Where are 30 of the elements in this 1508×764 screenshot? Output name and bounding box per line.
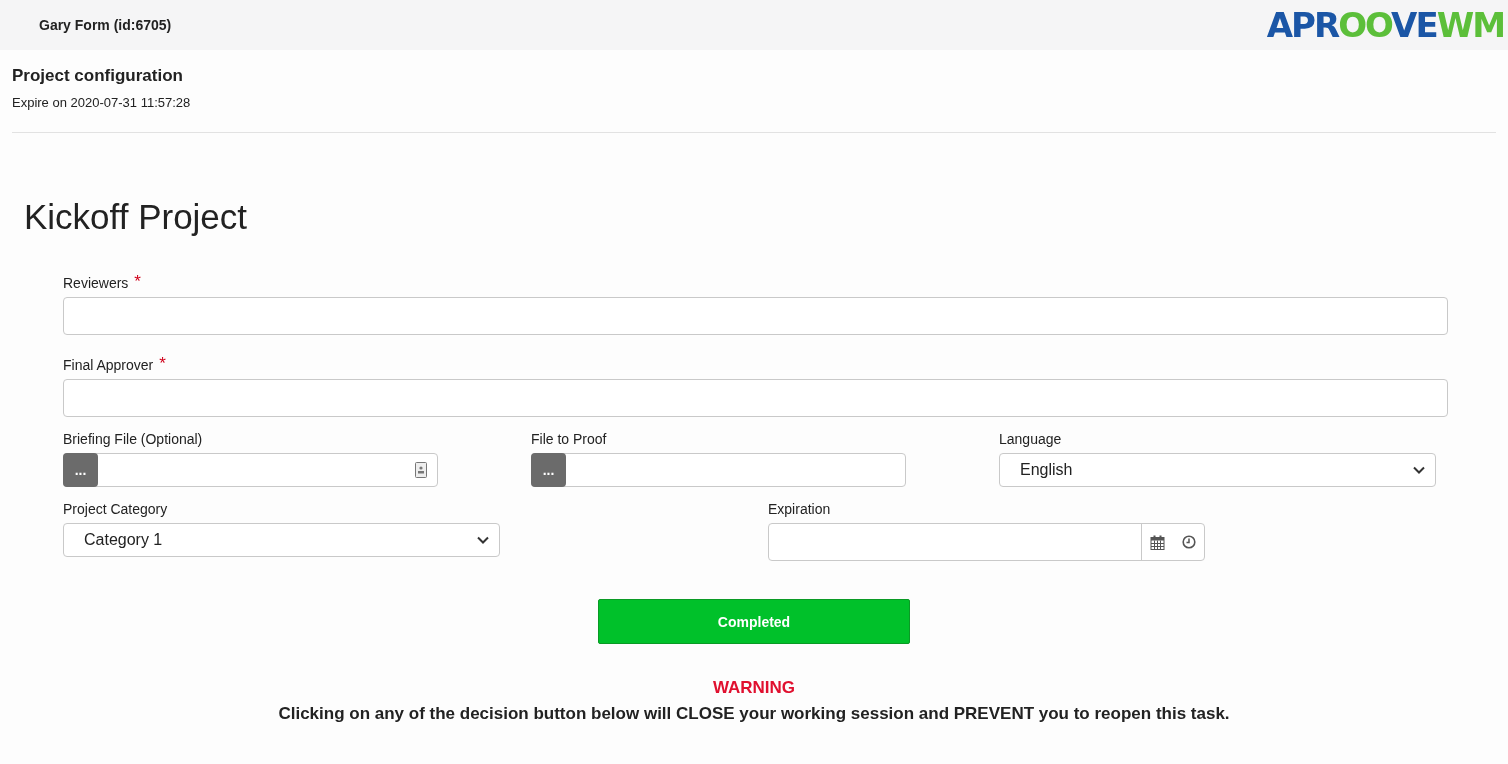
field-label: Expiration	[768, 501, 831, 517]
chevron-icon	[477, 536, 489, 544]
field-label: Project Category	[63, 501, 168, 517]
field-label: Language	[999, 431, 1062, 447]
file-icon[interactable]	[415, 462, 427, 478]
field-label: File to Proof	[531, 431, 607, 447]
browse-button[interactable]: ...	[63, 452, 98, 487]
file-field[interactable]: ...	[531, 453, 906, 487]
chevron-icon	[1413, 466, 1425, 474]
required-mark: *	[159, 357, 166, 373]
field-label: Reviewers	[63, 275, 129, 291]
form-title: Gary Form (id:6705)	[39, 17, 172, 33]
form-heading: Kickoff Project	[24, 197, 249, 237]
field-label: Final Approver	[63, 357, 154, 373]
expiry-text: Expire on 2020-07-31 11:57:28	[12, 95, 192, 110]
date-input-field[interactable]	[768, 523, 1205, 561]
warning-title: WARNING	[711, 678, 797, 698]
clock-icon[interactable]	[1181, 535, 1196, 549]
required-mark: *	[134, 275, 141, 291]
select-field[interactable]: English	[999, 453, 1436, 487]
field-label: Briefing File (Optional)	[63, 431, 203, 447]
browse-button[interactable]: ...	[531, 452, 566, 487]
calendar-icon[interactable]	[1150, 534, 1166, 550]
select-field[interactable]: Category 1	[63, 523, 500, 557]
file-field[interactable]: ...	[63, 453, 438, 487]
input-field[interactable]	[63, 297, 1448, 335]
warning-message: Clicking on any of the decision button below will CLOSE your working session and PREVENT you to reopen this task.	[277, 704, 1231, 724]
section-title: Project configuration	[12, 66, 184, 86]
logo: APROOVEWM	[1266, 8, 1504, 42]
input-field[interactable]	[63, 379, 1448, 417]
